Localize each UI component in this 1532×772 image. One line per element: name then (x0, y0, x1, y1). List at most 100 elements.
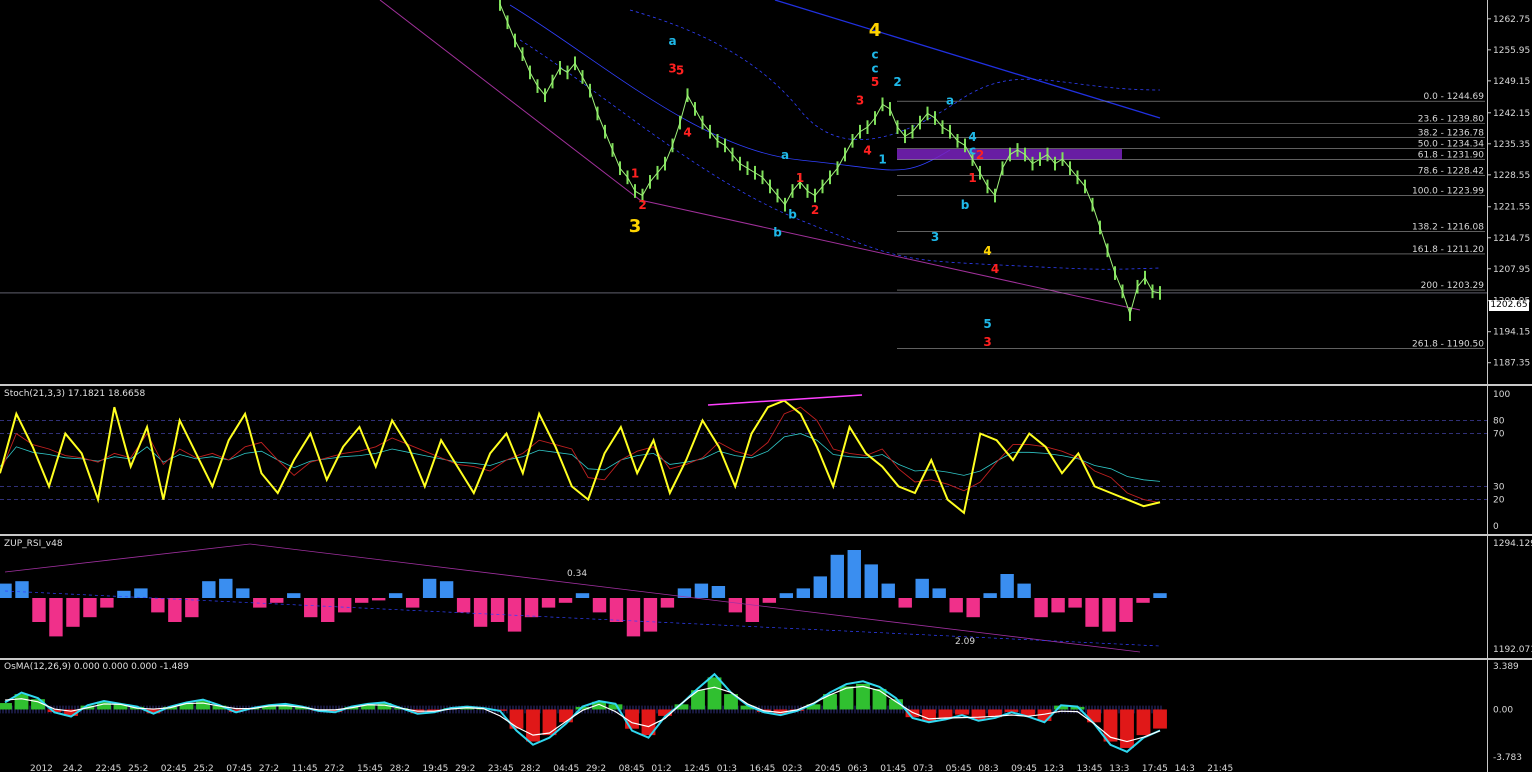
time-tick-label: 27:2 (259, 764, 279, 772)
rsi-bar (1153, 593, 1167, 598)
stoch-d-line (0, 406, 1161, 504)
rsi-bar (117, 590, 131, 598)
time-tick-label: 27:2 (324, 764, 344, 772)
wave-label: 3 (983, 335, 991, 349)
time-tick-label: 20:45 (815, 764, 841, 772)
time-tick-label: 21:45 (1207, 764, 1233, 772)
stoch-signal-line (0, 433, 1161, 482)
rsi-bar (966, 598, 980, 618)
rsi-bar (134, 588, 148, 598)
wave-label: 2 (811, 203, 819, 217)
fib-level-label: 161.8 - 1211.20 (1412, 245, 1484, 255)
osma-chart[interactable]: 3.389 0.00 -3.783 (0, 660, 1532, 762)
trendline (639, 199, 1141, 311)
rsi-bar (270, 598, 284, 603)
osma-bar (1153, 709, 1167, 729)
price-tick-label: 1187.35 (1493, 359, 1530, 369)
time-tick-label: 29:2 (455, 764, 475, 772)
rsi-bar (915, 578, 929, 598)
rsi-bar (779, 593, 794, 598)
rsi-bar (541, 598, 556, 608)
stoch-chart[interactable]: 100 80 70 30 20 0 (0, 386, 1532, 534)
time-tick-label: 25:2 (194, 764, 214, 772)
osma-pane[interactable]: 3.389 0.00 -3.783 OsMA(12,26,9) 0.000 0.00… (0, 660, 1532, 762)
wave-label: 4 (983, 244, 991, 258)
rsi-bar (660, 598, 675, 608)
rsi-bar (405, 598, 420, 608)
rsi-bar (439, 581, 454, 598)
stoch-tick-label: 70 (1493, 430, 1505, 440)
osma-tick-label: 0.00 (1493, 705, 1513, 715)
time-tick-label: 01:3 (717, 764, 737, 772)
fib-level-label: 261.8 - 1190.50 (1412, 339, 1484, 349)
stoch-tick-label: 100 (1493, 390, 1510, 400)
rsi-bar (49, 598, 63, 637)
rsi-bar (626, 598, 641, 637)
trendline (379, 0, 641, 201)
osma-tick-label: -3.783 (1493, 753, 1522, 762)
rsi-bar (185, 598, 199, 618)
rsi-tick-label: 1294.129 (1493, 539, 1532, 549)
wave-label: 4 (869, 20, 882, 41)
osma-bar (707, 677, 722, 710)
osma-bar (559, 709, 573, 723)
rsi-bar (728, 598, 743, 613)
time-tick-label: 01:2 (651, 764, 671, 772)
price-tick-label: 1249.15 (1493, 77, 1530, 87)
time-tick-label: 23:45 (488, 764, 514, 772)
rsi-annotation: 0.34 (567, 569, 587, 579)
rsi-bar (253, 598, 267, 608)
rsi-bar (558, 598, 573, 603)
wave-label: 1 (878, 153, 886, 167)
time-tick-label: 12:3 (1044, 764, 1064, 772)
wave-label: a (781, 148, 789, 162)
rsi-bar (881, 583, 895, 598)
time-tick-label: 28:2 (521, 764, 541, 772)
wave-label: 4 (968, 130, 976, 144)
price-tick-label: 1262.75 (1493, 15, 1530, 25)
wave-label: c (871, 48, 878, 62)
time-tick-label: 22:45 (95, 764, 121, 772)
wave-label: 5 (676, 64, 684, 78)
main-chart-pane[interactable]: 1262.75 1255.95 1249.15 1242.15 1235.35 1228.… (0, 0, 1532, 384)
zup-rsi-pane[interactable]: 0.34 2.09 1294.129 1192.071 ZUP_RSI_v48 (0, 536, 1532, 658)
price-tick-label: 1207.95 (1493, 265, 1530, 275)
zup-rsi-label: ZUP_RSI_v48 (4, 539, 63, 549)
time-tick-label: 14:3 (1175, 764, 1195, 772)
osma-tick-label: 3.389 (1493, 662, 1519, 672)
fib-level-label: 100.0 - 1223.99 (1412, 187, 1484, 197)
time-tick-label: 01:45 (880, 764, 906, 772)
wave-label: c (871, 61, 878, 75)
rsi-bar (694, 583, 709, 598)
osma-bar (1120, 709, 1134, 748)
main-chart[interactable]: 1262.75 1255.95 1249.15 1242.15 1235.35 1228.… (0, 0, 1532, 384)
rsi-bar (100, 598, 114, 608)
zup-rsi-chart[interactable]: 0.34 2.09 1294.129 1192.071 (0, 536, 1532, 658)
wave-label: 1 (968, 171, 976, 185)
rsi-bar (354, 598, 369, 603)
time-tick-label: 12:45 (684, 764, 710, 772)
rsi-bar (219, 578, 233, 598)
rsi-bar (762, 598, 777, 603)
time-tick-label: 19:45 (422, 764, 448, 772)
rsi-bar (1085, 598, 1099, 627)
time-tick-label: 09:45 (1011, 764, 1037, 772)
rsi-bar (524, 598, 539, 618)
price-axis-separator (1487, 0, 1488, 772)
stoch-pane[interactable]: 100 80 70 30 20 0 Stoch(21,3,3) 17.1821 18.66… (0, 386, 1532, 534)
price-tick-label: 1194.15 (1493, 328, 1530, 338)
fib-level-label: 0.0 - 1244.69 (1424, 92, 1485, 102)
wave-label: 2 (638, 198, 646, 212)
current-price-tag: 1202.65 (1489, 300, 1529, 311)
wave-label: b (961, 198, 970, 212)
wave-label: 3 (931, 230, 939, 244)
rsi-bar (456, 598, 471, 613)
rsi-bar (898, 598, 912, 608)
time-tick-label: 29:2 (586, 764, 606, 772)
rsi-bar (1136, 598, 1150, 603)
stoch-k-line (0, 399, 1161, 515)
stoch-tick-label: 20 (1493, 496, 1505, 506)
time-tick-label: 25:2 (128, 764, 148, 772)
rsi-bar (1000, 574, 1014, 598)
rsi-bar (983, 593, 997, 598)
